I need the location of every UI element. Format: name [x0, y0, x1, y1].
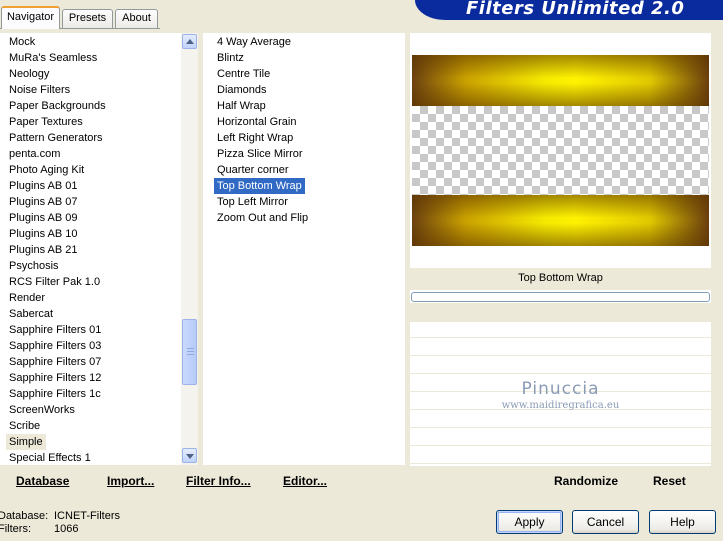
parameter-slot [410, 322, 711, 338]
filter-item[interactable]: Zoom Out and Flip [214, 210, 311, 226]
filter-item[interactable]: Centre Tile [214, 66, 273, 82]
category-list[interactable]: Mock MuRa's Seamless Neology Noise Filters P… [0, 33, 181, 465]
scroll-up-button[interactable] [182, 34, 197, 49]
database-button[interactable]: Database [16, 474, 69, 488]
tab-about[interactable]: About [115, 9, 158, 28]
filter-item[interactable]: Diamonds [214, 82, 270, 98]
category-item[interactable]: Render [6, 290, 48, 306]
filter-item[interactable]: Pizza Slice Mirror [214, 146, 306, 162]
category-item[interactable]: Sapphire Filters 01 [6, 322, 104, 338]
category-item[interactable]: Sapphire Filters 03 [6, 338, 104, 354]
category-item[interactable]: Plugins AB 01 [6, 178, 81, 194]
chevron-down-icon [186, 454, 194, 459]
category-item[interactable]: Plugins AB 10 [6, 226, 81, 242]
category-item[interactable]: Sapphire Filters 07 [6, 354, 104, 370]
filter-item[interactable]: Quarter corner [214, 162, 292, 178]
parameter-slot [410, 340, 711, 356]
scroll-down-button[interactable] [182, 448, 197, 463]
grip-icon [187, 354, 194, 355]
tab-presets[interactable]: Presets [62, 9, 113, 28]
help-button[interactable]: Help [649, 510, 716, 534]
filters-label: Filters: [0, 523, 31, 535]
database-value: ICNET-Filters [54, 510, 120, 522]
apply-button[interactable]: Apply [496, 510, 563, 534]
app-title: Filters Unlimited 2.0 [466, 0, 685, 19]
filter-item[interactable]: Left Right Wrap [214, 130, 296, 146]
category-item[interactable]: Sapphire Filters 12 [6, 370, 104, 386]
filter-item[interactable]: Blintz [214, 50, 247, 66]
category-item[interactable]: Simple [6, 434, 46, 450]
filter-item[interactable]: Top Bottom Wrap [214, 178, 305, 194]
tab-navigator[interactable]: Navigator [1, 6, 60, 29]
watermark-name: Pinuccia [521, 379, 600, 399]
grip-icon [187, 351, 194, 352]
filter-item[interactable]: 4 Way Average [214, 34, 294, 50]
parameter-slot [410, 430, 711, 446]
filters-count: 1066 [54, 523, 79, 535]
watermark-url: www.maidiregrafica.eu [501, 400, 620, 411]
parameter-slot [410, 358, 711, 374]
category-item[interactable]: Sabercat [6, 306, 56, 322]
filter-item[interactable]: Half Wrap [214, 98, 269, 114]
preview-band-top [412, 55, 709, 106]
category-item[interactable]: Plugins AB 07 [6, 194, 81, 210]
import-button[interactable]: Import... [107, 474, 154, 488]
category-item[interactable]: ScreenWorks [6, 402, 78, 418]
category-item[interactable]: Noise Filters [6, 82, 73, 98]
parameter-slot [410, 412, 711, 428]
category-item[interactable]: Special Effects 1 [6, 450, 94, 465]
parameter-slot [410, 448, 711, 464]
parameter-strip [410, 303, 711, 322]
category-item[interactable]: Plugins AB 21 [6, 242, 81, 258]
category-item[interactable]: Paper Backgrounds [6, 98, 109, 114]
category-item[interactable]: RCS Filter Pak 1.0 [6, 274, 103, 290]
category-item[interactable]: Sapphire Filters 1c [6, 386, 104, 402]
category-item[interactable]: Paper Textures [6, 114, 86, 130]
filter-list[interactable]: 4 Way Average Blintz Centre Tile Diamonds Ha… [203, 33, 405, 465]
current-filter-name: Top Bottom Wrap [518, 272, 603, 284]
category-item[interactable]: Photo Aging Kit [6, 162, 87, 178]
progress-bar [411, 292, 710, 302]
category-item[interactable]: Plugins AB 09 [6, 210, 81, 226]
filter-item[interactable]: Horizontal Grain [214, 114, 299, 130]
category-item[interactable]: Neology [6, 66, 52, 82]
scroll-thumb[interactable] [182, 319, 197, 385]
category-item[interactable]: MuRa's Seamless [6, 50, 100, 66]
filter-item[interactable]: Top Left Mirror [214, 194, 291, 210]
category-scrollbar[interactable] [181, 33, 198, 465]
category-item[interactable]: Pattern Generators [6, 130, 106, 146]
preview-band-bottom [412, 195, 709, 246]
cancel-button[interactable]: Cancel [572, 510, 639, 534]
category-item[interactable]: Scribe [6, 418, 43, 434]
grip-icon [187, 348, 194, 349]
randomize-button[interactable]: Randomize [554, 474, 618, 488]
category-item[interactable]: Mock [6, 34, 38, 50]
category-item[interactable]: penta.com [6, 146, 63, 162]
editor-button[interactable]: Editor... [283, 474, 327, 488]
category-item[interactable]: Psychosis [6, 258, 62, 274]
reset-button[interactable]: Reset [653, 474, 686, 488]
filter-info-button[interactable]: Filter Info... [186, 474, 251, 488]
transparency-checker [412, 106, 709, 195]
chevron-up-icon [186, 39, 194, 44]
database-label: Database: [0, 510, 49, 522]
